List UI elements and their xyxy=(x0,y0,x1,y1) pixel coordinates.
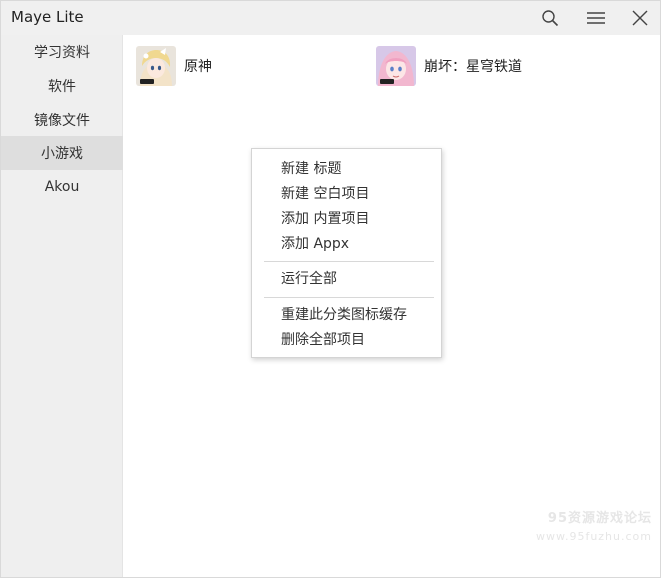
search-button[interactable] xyxy=(537,5,563,31)
sidebar-item-study-materials[interactable]: 学习资料 xyxy=(1,35,123,69)
menu-separator xyxy=(264,297,434,298)
menu-item-new-blank-item[interactable]: 新建 空白项目 xyxy=(281,183,369,205)
app-name: 崩坏：星穹铁道 xyxy=(424,59,522,75)
starrail-app-icon xyxy=(376,46,416,86)
menu-item-add-builtin-item[interactable]: 添加 内置项目 xyxy=(281,208,369,230)
watermark-title: 95资源游戏论坛 xyxy=(547,511,652,526)
sidebar-item-mini-games[interactable]: 小游戏 xyxy=(1,136,123,170)
app-title: Maye Lite xyxy=(11,8,84,26)
sidebar-item-image-files[interactable]: 镜像文件 xyxy=(1,103,123,137)
maye-lite-window: Maye Lite 学习资料 软件 镜像文件 小游戏 Akou 原神 崩坏：星穹… xyxy=(0,0,661,578)
menu-item-add-appx[interactable]: 添加 Appx xyxy=(281,233,349,255)
titlebar: Maye Lite xyxy=(1,1,660,35)
menu-separator xyxy=(264,261,434,262)
menu-item-rebuild-icon-cache[interactable]: 重建此分类图标缓存 xyxy=(281,304,407,326)
menu-icon xyxy=(587,12,605,24)
sidebar-item-software[interactable]: 软件 xyxy=(1,69,123,103)
category-sidebar: 学习资料 软件 镜像文件 小游戏 Akou xyxy=(1,35,123,577)
menu-item-run-all[interactable]: 运行全部 xyxy=(281,268,337,290)
menu-item-new-title[interactable]: 新建 标题 xyxy=(281,158,341,180)
app-item-genshin[interactable]: 原神 xyxy=(136,45,212,87)
close-icon xyxy=(632,10,648,26)
genshin-app-icon xyxy=(136,46,176,86)
menu-item-delete-all-items[interactable]: 删除全部项目 xyxy=(281,329,365,351)
search-icon xyxy=(542,10,559,27)
watermark: 95资源游戏论坛 www.95fuzhu.com xyxy=(536,507,652,543)
menu-button[interactable] xyxy=(583,5,609,31)
close-button[interactable] xyxy=(627,5,653,31)
watermark-url: www.95fuzhu.com xyxy=(535,530,652,543)
app-name: 原神 xyxy=(184,59,212,75)
app-item-star-rail[interactable]: 崩坏：星穹铁道 xyxy=(376,45,522,87)
context-menu: 新建 标题 新建 空白项目 添加 内置项目 添加 Appx 运行全部 重建此分类… xyxy=(251,148,442,358)
sidebar-item-akou[interactable]: Akou xyxy=(1,170,123,204)
